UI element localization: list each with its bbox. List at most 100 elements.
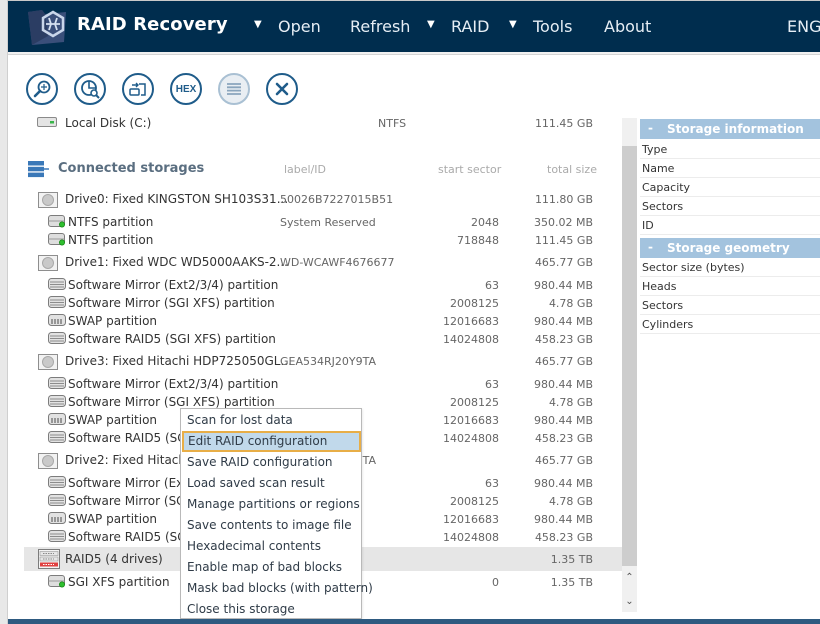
row-name: Software Mirror (SGI XFS) partition (68, 395, 275, 409)
row-start-sector: 2008125 (450, 396, 499, 409)
row-start-sector: 718848 (457, 234, 499, 247)
scrollbar-thumb[interactable] (622, 146, 637, 566)
swap-partition-icon (48, 512, 66, 527)
row-total-size: 458.23 GB (534, 333, 593, 346)
prop-sectors: Sectors (640, 197, 820, 216)
drive-row[interactable]: Drive3: Fixed Hitachi HDP725050GL... GEA5… (24, 352, 622, 372)
language-selector[interactable]: ENG (787, 17, 820, 36)
close-icon (275, 82, 289, 96)
collapse-icon[interactable]: - (648, 121, 653, 135)
row-total-size: 980.44 MB (533, 279, 593, 292)
row-start-sector: 14024808 (443, 531, 499, 544)
row-total-size: 4.78 GB (548, 297, 593, 310)
prop-sector-size: Sector size (bytes) (640, 258, 820, 277)
partition-icon (48, 215, 66, 231)
row-label-id: WD-WCAWF4676677 (280, 256, 395, 269)
close-button[interactable] (266, 73, 298, 105)
raid-partition-icon (48, 377, 66, 392)
column-total-size[interactable]: total size (547, 163, 597, 176)
row-total-size: 111.45 GB (534, 234, 593, 247)
storage-information-header[interactable]: - Storage information (640, 119, 820, 139)
section-title: Storage geometry (667, 241, 790, 255)
local-disk-name: Local Disk (C:) (65, 116, 152, 130)
prop-label: Sectors (642, 200, 684, 213)
partition-row[interactable]: Software Mirror (Ext2/3/4) partition 63 98… (24, 375, 622, 393)
partition-icon (48, 233, 66, 249)
row-total-size: 4.78 GB (548, 495, 593, 508)
row-start-sector: 12016683 (443, 513, 499, 526)
partition-row[interactable]: NTFS partition 718848 111.45 GB (24, 231, 622, 249)
scroll-up-arrow-icon[interactable]: ⌃ (622, 570, 637, 586)
row-name: SWAP partition (68, 512, 158, 526)
context-menu-item-label: Load saved scan result (187, 476, 325, 490)
open-dropdown-caret-icon[interactable]: ▼ (254, 19, 262, 30)
hex-button[interactable]: HEX (170, 73, 202, 105)
row-total-size: 980.44 MB (533, 315, 593, 328)
partition-row[interactable]: Software Mirror (Ext2/3/4) partition 63 98… (24, 276, 622, 294)
partition-row[interactable]: Software Mirror (SGI XFS) partition 20081… (24, 294, 622, 312)
row-label-id: 50026B7227015B51 (280, 193, 394, 206)
tools-dropdown-caret-icon[interactable]: ▼ (509, 19, 517, 30)
context-menu-item-label: Manage partitions or regions (187, 497, 360, 511)
partition-row[interactable]: Software RAID5 (SGI XFS) partition 140248… (24, 330, 622, 348)
prop-label: Sector size (bytes) (642, 261, 745, 274)
context-menu-item[interactable]: Manage partitions or regions (181, 494, 361, 515)
hard-drive-icon (38, 192, 58, 211)
save-image-button[interactable] (122, 73, 154, 105)
context-menu-item[interactable]: Save RAID configuration (181, 452, 361, 473)
row-start-sector: 12016683 (443, 315, 499, 328)
prop-id: ID (640, 216, 820, 235)
row-start-sector: 14024808 (443, 432, 499, 445)
context-menu-item[interactable]: Load saved scan result (181, 473, 361, 494)
menu-open[interactable]: Open (278, 17, 321, 36)
context-menu-item[interactable]: Hexadecimal contents (181, 536, 361, 557)
tree-scrollbar[interactable]: ⌃ ⌄ (622, 118, 637, 612)
context-menu-item[interactable]: Mask bad blocks (with pattern) (181, 578, 373, 599)
collapse-icon[interactable]: - (648, 240, 653, 254)
row-start-sector: 63 (485, 477, 499, 490)
prop-label: Cylinders (642, 318, 694, 331)
app-header: RAID Recovery ▼ Open Refresh ▼ RAID ▼ To… (8, 1, 820, 52)
column-start-sector[interactable]: start sector (438, 163, 501, 176)
local-disk-icon (37, 116, 57, 131)
storage-geometry-header[interactable]: - Storage geometry (640, 238, 820, 258)
file-search-button[interactable] (74, 73, 106, 105)
raid-partition-icon (48, 296, 66, 311)
context-menu-item[interactable]: Enable map of bad blocks (181, 557, 361, 578)
menu-refresh[interactable]: Refresh (350, 17, 410, 36)
drive-row[interactable]: Drive0: Fixed KINGSTON SH103S31... 50026B… (24, 190, 622, 210)
context-menu-item-label: Scan for lost data (187, 413, 293, 427)
scan-button[interactable] (26, 73, 58, 105)
menu-about[interactable]: About (604, 17, 651, 36)
list-button[interactable] (218, 73, 250, 105)
partition-row[interactable]: NTFS partition System Reserved 2048 350.02 … (24, 213, 622, 231)
column-label-id[interactable]: label/ID (284, 163, 326, 176)
context-menu-item[interactable]: Save contents to image file (181, 515, 361, 536)
menu-tools[interactable]: Tools (533, 17, 572, 36)
prop-label: Name (642, 162, 675, 175)
drive-row[interactable]: Drive1: Fixed WDC WD5000AAKS-2... WD-WCAW… (24, 253, 622, 273)
menu-raid[interactable]: RAID (451, 17, 489, 36)
row-total-size: 980.44 MB (533, 414, 593, 427)
context-menu-item[interactable]: Close this storage (181, 599, 361, 620)
row-start-sector: 2008125 (450, 495, 499, 508)
raid-partition-icon (48, 395, 66, 410)
raid-partition-icon (48, 476, 66, 491)
row-start-sector: 63 (485, 378, 499, 391)
prop-label: ID (642, 219, 654, 232)
row-name: Drive0: Fixed KINGSTON SH103S31... (65, 192, 289, 206)
context-menu-item-label: Close this storage (187, 602, 295, 616)
hard-drive-icon (38, 354, 58, 373)
local-disk-row[interactable]: Local Disk (C:) NTFS 111.45 GB (24, 114, 622, 132)
raid-dropdown-caret-icon[interactable]: ▼ (427, 19, 435, 30)
context-menu-item[interactable]: Scan for lost data (181, 410, 361, 431)
context-menu-item[interactable]: Edit RAID configuration (182, 431, 361, 452)
hard-drive-icon (38, 255, 58, 274)
local-disk-fs: NTFS (378, 117, 407, 130)
row-total-size: 465.77 GB (534, 454, 593, 467)
scroll-down-arrow-icon[interactable]: ⌄ (622, 594, 637, 610)
raid-partition-icon (48, 332, 66, 347)
partition-row[interactable]: SWAP partition 12016683 980.44 MB (24, 312, 622, 330)
row-total-size: 350.02 MB (533, 216, 593, 229)
row-name: Software Mirror (Ext2/3/4) partition (68, 377, 279, 391)
